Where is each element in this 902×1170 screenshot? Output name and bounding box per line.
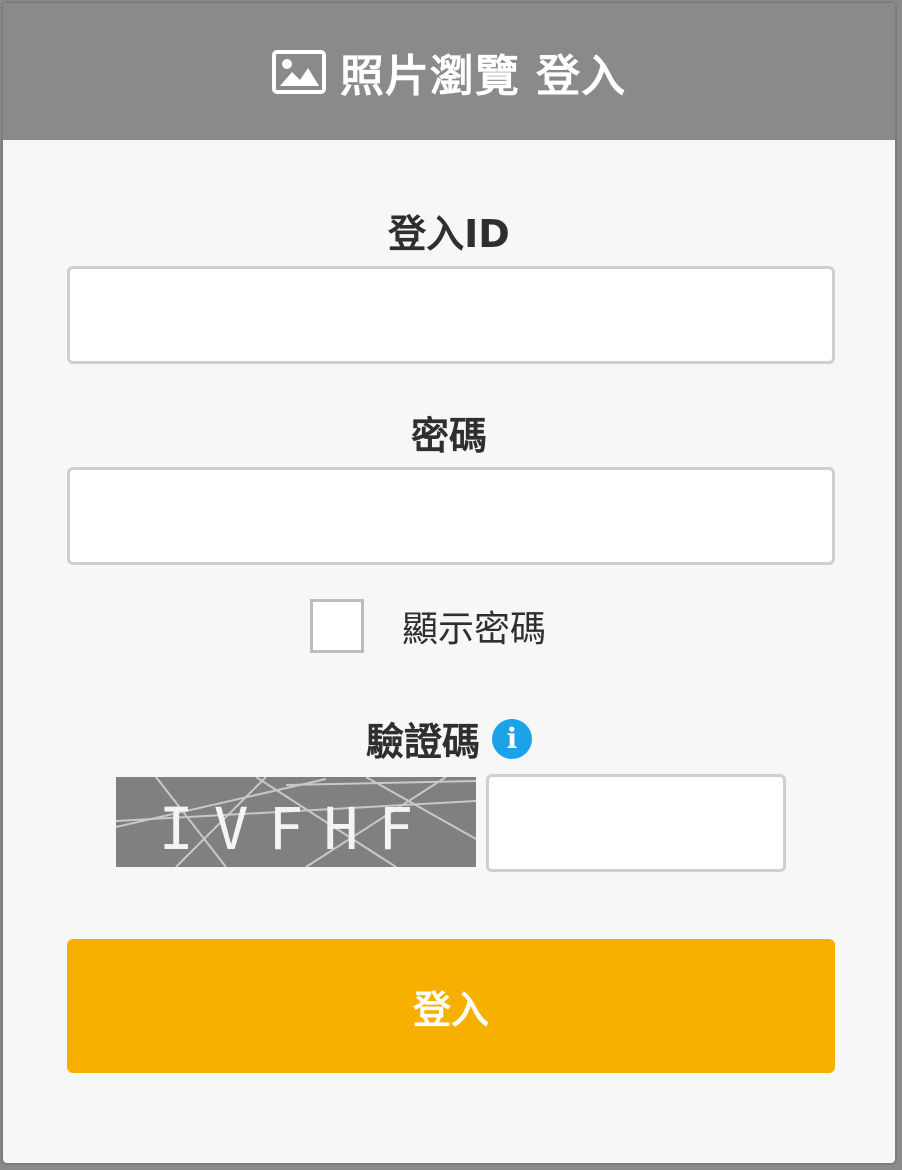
password-input[interactable] — [67, 467, 835, 565]
dialog-title: 照片瀏覽 登入 — [339, 50, 627, 102]
show-password-checkbox[interactable] — [310, 599, 364, 653]
info-icon[interactable]: i — [492, 718, 532, 759]
captcha-label-row: 驗證碼 i — [3, 711, 895, 766]
show-password-label[interactable]: 顯示密碼 — [402, 600, 546, 652]
captcha-label: 驗證碼 — [365, 720, 480, 764]
show-password-toggle[interactable]: 顯示密碼 — [310, 599, 546, 653]
captcha-image: IVFHF — [116, 777, 476, 867]
password-label: 密碼 — [410, 414, 487, 458]
dialog-header: 照片瀏覽 登入 — [3, 3, 895, 140]
captcha-input[interactable] — [486, 774, 786, 872]
captcha-image-text: IVFHF — [159, 795, 434, 863]
login-id-input[interactable] — [67, 266, 835, 364]
image-icon — [271, 49, 326, 94]
login-id-label: 登入ID — [388, 212, 510, 256]
login-button[interactable]: 登入 — [67, 939, 835, 1073]
login-dialog: 照片瀏覽 登入 登入ID 密碼 顯示密碼 驗證碼 i IVFHF 登入 — [1, 1, 897, 1165]
